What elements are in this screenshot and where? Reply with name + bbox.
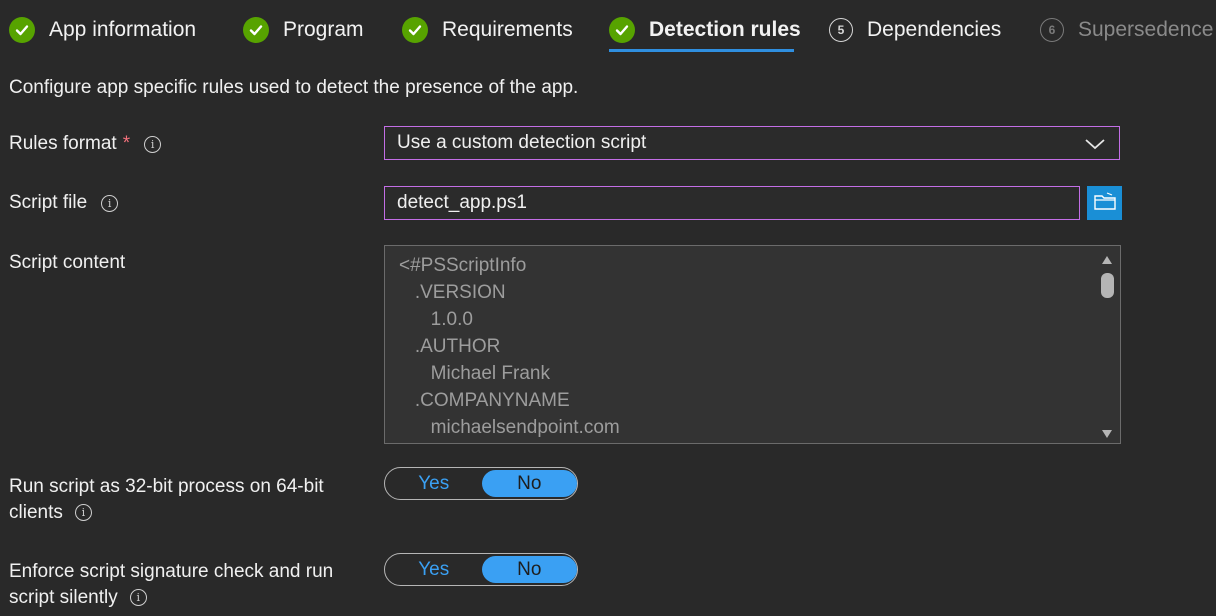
run-32bit-label-line2: clients xyxy=(9,502,63,523)
scroll-down-arrow-icon[interactable] xyxy=(1101,426,1113,443)
vertical-scrollbar[interactable] xyxy=(1094,246,1120,443)
script-line: 1.0.0 xyxy=(399,309,473,330)
info-icon[interactable]: i xyxy=(144,135,162,153)
info-icon[interactable]: i xyxy=(129,589,147,607)
scroll-up-arrow-icon[interactable] xyxy=(1101,252,1113,270)
script-content-label: Script content xyxy=(9,252,126,273)
script-line: michaelsendpoint.com xyxy=(399,417,620,438)
scrollbar-thumb[interactable] xyxy=(1101,273,1114,298)
script-content-lines: <#PSScriptInfo .VERSION 1.0.0 .AUTHOR Mi… xyxy=(399,252,620,441)
script-line: <#PSScriptInfo xyxy=(399,255,527,276)
run-32bit-toggle[interactable]: Yes No xyxy=(384,467,578,500)
enforce-signature-label-line1: Enforce script signature check and run xyxy=(9,561,334,582)
enforce-signature-label-group: Enforce script signature check and run s… xyxy=(9,559,369,611)
step-label: Detection rules xyxy=(649,18,801,41)
step-app-information[interactable]: App information xyxy=(9,10,196,50)
script-file-label-group: Script file i xyxy=(9,192,119,214)
step-label: Program xyxy=(283,18,364,41)
info-icon[interactable]: i xyxy=(101,194,119,212)
rules-format-value: Use a custom detection script xyxy=(397,132,647,153)
enforce-signature-no-option[interactable]: No xyxy=(481,556,577,583)
run-32bit-no-option[interactable]: No xyxy=(481,470,577,497)
checkmark-icon xyxy=(609,17,635,43)
rules-format-label: Rules format xyxy=(9,133,117,154)
script-line: .COMPANYNAME xyxy=(399,390,570,411)
chevron-down-icon xyxy=(1085,135,1105,157)
run-32bit-label-group: Run script as 32-bit process on 64-bit c… xyxy=(9,474,369,526)
enforce-signature-toggle[interactable]: Yes No xyxy=(384,553,578,586)
page-description: Configure app specific rules used to det… xyxy=(9,77,579,98)
info-icon[interactable]: i xyxy=(74,504,92,522)
step-program[interactable]: Program xyxy=(243,10,364,50)
step-detection-rules[interactable]: Detection rules xyxy=(609,10,801,50)
required-asterisk: * xyxy=(122,133,131,154)
step-label: Requirements xyxy=(442,18,573,41)
script-file-label: Script file xyxy=(9,192,88,213)
step-dependencies[interactable]: 5 Dependencies xyxy=(829,10,1001,50)
script-line: Michael Frank xyxy=(399,363,550,384)
run-32bit-label-line1: Run script as 32-bit process on 64-bit xyxy=(9,476,324,497)
run-32bit-yes-option[interactable]: Yes xyxy=(386,470,482,497)
checkmark-icon xyxy=(9,17,35,43)
rules-format-dropdown[interactable]: Use a custom detection script xyxy=(384,126,1120,160)
step-label: App information xyxy=(49,18,197,41)
step-supersedence: 6 Supersedence xyxy=(1040,10,1213,50)
folder-icon xyxy=(1093,191,1116,215)
step-number-badge: 6 xyxy=(1040,18,1064,42)
enforce-signature-yes-option[interactable]: Yes xyxy=(386,556,482,583)
script-content-textarea[interactable]: <#PSScriptInfo .VERSION 1.0.0 .AUTHOR Mi… xyxy=(384,245,1121,444)
script-file-input[interactable]: detect_app.ps1 xyxy=(384,186,1080,220)
step-label: Dependencies xyxy=(867,18,1002,41)
checkmark-icon xyxy=(243,17,269,43)
checkmark-icon xyxy=(402,17,428,43)
step-requirements[interactable]: Requirements xyxy=(402,10,573,50)
script-line: .VERSION xyxy=(399,282,506,303)
browse-file-button[interactable] xyxy=(1087,186,1122,220)
step-label: Supersedence xyxy=(1078,18,1214,41)
rules-format-label-group: Rules format * i xyxy=(9,133,162,155)
active-step-underline xyxy=(609,49,794,52)
script-file-value: detect_app.ps1 xyxy=(397,192,527,213)
enforce-signature-label-line2: script silently xyxy=(9,587,118,608)
script-line: .AUTHOR xyxy=(399,336,501,357)
wizard-steps: App information Program Requirements Det… xyxy=(0,0,1216,60)
step-number-badge: 5 xyxy=(829,18,853,42)
